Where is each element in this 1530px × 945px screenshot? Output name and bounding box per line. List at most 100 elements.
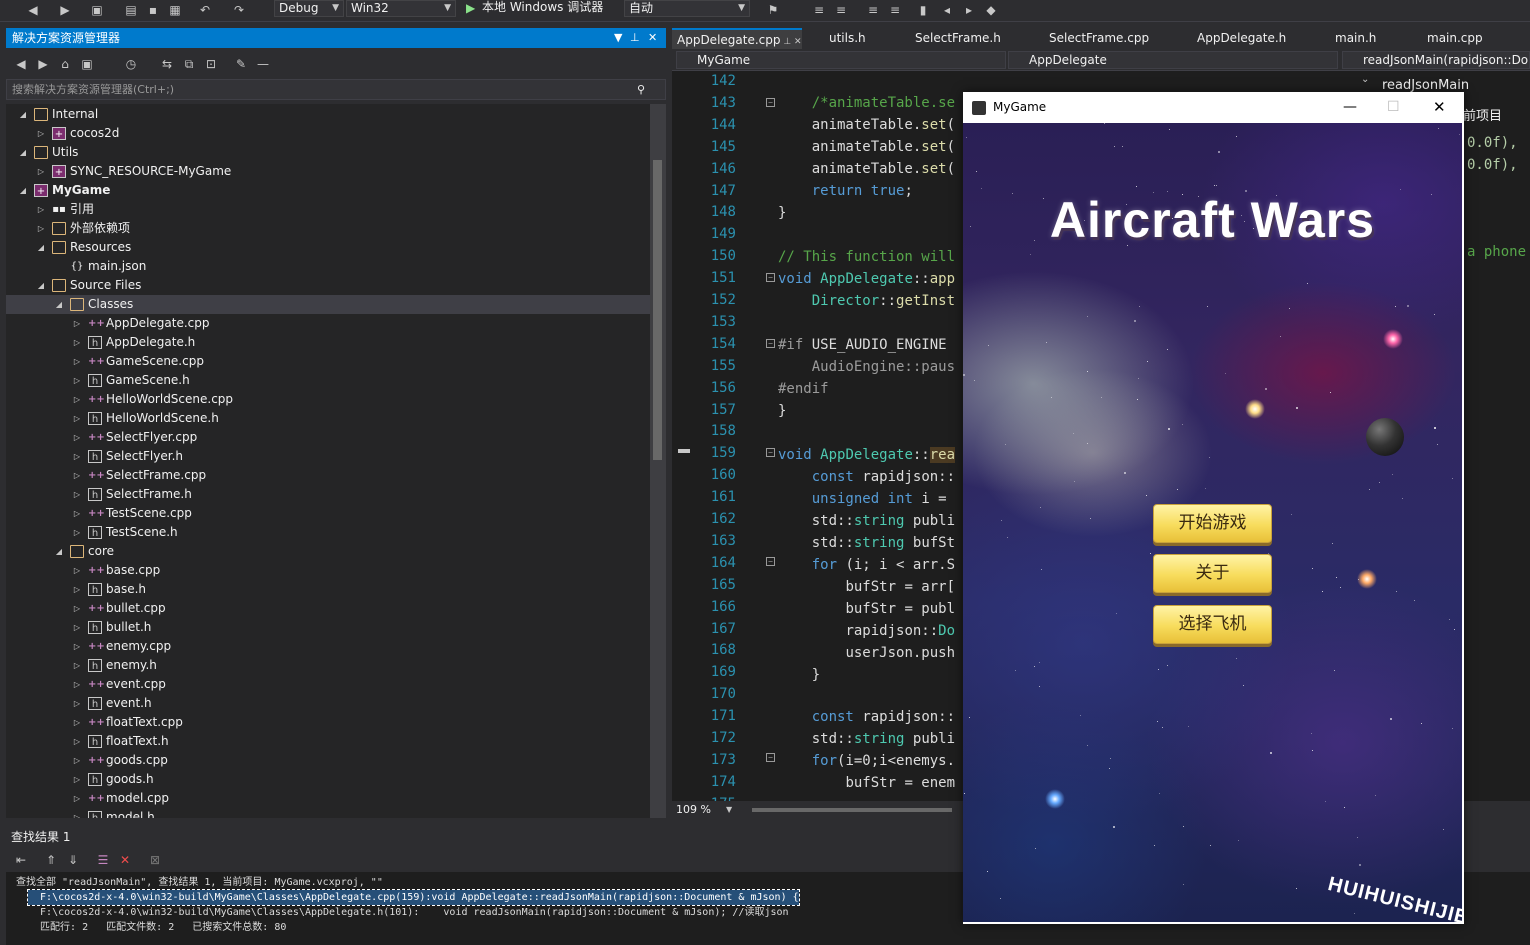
switch-views-icon[interactable]: ▣ <box>80 57 94 71</box>
undo-icon[interactable]: ↶ <box>198 3 212 17</box>
tree-node[interactable]: ◢ core <box>6 542 650 561</box>
editor-tab[interactable]: SelectFrame.h <box>910 28 1001 49</box>
expand-arrow-icon[interactable]: ▷ <box>72 333 82 352</box>
expand-arrow-icon[interactable]: ▷ <box>72 675 82 694</box>
game-canvas[interactable]: Aircraft Wars 开始游戏 关于 选择飞机 HUIHUISHIJIE <box>963 123 1462 922</box>
about-button[interactable]: 关于 <box>1153 554 1272 593</box>
tree-node[interactable]: ▷ ++ AppDelegate.cpp <box>6 314 650 333</box>
collapse-arrow-icon[interactable]: ◢ <box>18 181 28 200</box>
expand-arrow-icon[interactable]: ▷ <box>72 485 82 504</box>
editor-tab[interactable]: AppDelegate.h <box>1192 28 1286 49</box>
expand-arrow-icon[interactable]: ▷ <box>72 789 82 808</box>
tree-node[interactable]: ▷ + cocos2d <box>6 124 650 143</box>
tree-node[interactable]: ▷ + SYNC_RESOURCE-MyGame <box>6 162 650 181</box>
collapse-arrow-icon[interactable]: ◢ <box>18 143 28 162</box>
solution-search-input[interactable]: 搜索解决方案资源管理器(Ctrl+;) ⚲ <box>6 79 666 100</box>
scrollbar-thumb[interactable] <box>653 160 662 460</box>
pin-icon[interactable]: ⊥ ✕ <box>781 37 801 47</box>
tree-node[interactable]: ▷ ++ enemy.cpp <box>6 637 650 656</box>
cancel-icon[interactable]: ⊠ <box>148 853 162 867</box>
fold-toggle-icon[interactable]: − <box>766 557 775 566</box>
select-plane-button[interactable]: 选择飞机 <box>1153 605 1272 644</box>
tree-node[interactable]: ▷ ▪▪ 引用 <box>6 200 650 219</box>
save-all-icon[interactable]: ▦ <box>168 3 182 17</box>
next-bookmark-icon[interactable]: ▸ <box>962 3 976 17</box>
tree-node[interactable]: ▷ h TestScene.h <box>6 523 650 542</box>
expand-arrow-icon[interactable]: ▷ <box>72 694 82 713</box>
expand-arrow-icon[interactable]: ▷ <box>72 637 82 656</box>
properties-icon[interactable]: ✎ <box>234 57 248 71</box>
tree-node[interactable]: ▷ ++ TestScene.cpp <box>6 504 650 523</box>
tree-node[interactable]: ▷ ++ bullet.cpp <box>6 599 650 618</box>
preview-icon[interactable]: — <box>256 57 270 71</box>
show-all-files-icon[interactable]: ⊡ <box>204 57 218 71</box>
class-scope-dropdown[interactable]: AppDelegate <box>1008 51 1338 69</box>
home-icon[interactable]: ⌂ <box>58 57 72 71</box>
tree-node[interactable]: ▷ ++ base.cpp <box>6 561 650 580</box>
tree-node[interactable]: ▷ ++ model.cpp <box>6 789 650 808</box>
find-result-summary[interactable]: 查找全部 "readJsonMain", 查找结果 1, 当前项目: MyGam… <box>16 875 383 890</box>
expand-arrow-icon[interactable]: ▷ <box>36 124 46 143</box>
collapse-arrow-icon[interactable]: ◢ <box>54 295 64 314</box>
uncomment-icon[interactable]: ≡ <box>888 3 902 17</box>
dropdown-icon[interactable]: ▼ <box>614 28 622 48</box>
expand-arrow-icon[interactable]: ▷ <box>72 713 82 732</box>
go-to-location-icon[interactable]: ⇤ <box>14 853 28 867</box>
expand-arrow-icon[interactable]: ▷ <box>72 656 82 675</box>
fold-toggle-icon[interactable]: − <box>766 753 775 762</box>
fold-toggle-icon[interactable]: − <box>766 98 775 107</box>
expand-arrow-icon[interactable]: ▷ <box>72 808 82 818</box>
collapse-arrow-icon[interactable]: ◢ <box>54 542 64 561</box>
expand-arrow-icon[interactable]: ▷ <box>72 618 82 637</box>
back-icon[interactable]: ◀ <box>26 3 40 17</box>
zoom-level[interactable]: 109 % <box>676 803 711 816</box>
indent-icon[interactable]: ≡ <box>834 3 848 17</box>
tree-node[interactable]: ▷ h goods.h <box>6 770 650 789</box>
expand-arrow-icon[interactable]: ▷ <box>72 751 82 770</box>
tree-node[interactable]: ▷ h event.h <box>6 694 650 713</box>
tree-node[interactable]: ▷ 外部依赖项 <box>6 219 650 238</box>
expand-arrow-icon[interactable]: ▷ <box>72 314 82 333</box>
editor-tab[interactable]: main.h <box>1330 28 1376 49</box>
close-icon[interactable]: ✕ <box>648 28 657 48</box>
tree-node[interactable]: ▷ h enemy.h <box>6 656 650 675</box>
collapse-arrow-icon[interactable]: ◢ <box>18 105 28 124</box>
tree-node[interactable]: ▷ h bullet.h <box>6 618 650 637</box>
sync-icon[interactable]: ⇆ <box>160 57 174 71</box>
tree-node[interactable]: ▷ h SelectFlyer.h <box>6 447 650 466</box>
tree-node[interactable]: ▷ ++ SelectFlyer.cpp <box>6 428 650 447</box>
member-scope-dropdown[interactable]: readJsonMain(rapidjson::Do <box>1342 51 1530 69</box>
tree-node[interactable]: ◢ Internal <box>6 105 650 124</box>
expand-arrow-icon[interactable]: ▷ <box>72 428 82 447</box>
maximize-icon[interactable]: ☐ <box>1387 92 1400 123</box>
expand-arrow-icon[interactable]: ▷ <box>36 162 46 181</box>
next-result-icon[interactable]: ⇓ <box>66 853 80 867</box>
find-result-line[interactable]: F:\cocos2d-x-4.0\win32-build\MyGame\Clas… <box>27 889 800 906</box>
tree-node[interactable]: ▷ ++ SelectFrame.cpp <box>6 466 650 485</box>
find-result-line[interactable]: F:\cocos2d-x-4.0\win32-build\MyGame\Clas… <box>28 905 789 920</box>
save-icon[interactable]: ▪ <box>146 3 160 17</box>
game-window-titlebar[interactable]: MyGame — ☐ ✕ <box>963 92 1464 123</box>
stop-find-icon[interactable]: ✕ <box>118 853 132 867</box>
mode-dropdown[interactable]: 自动 ▼ <box>624 0 750 17</box>
tree-node[interactable]: ▷ ++ floatText.cpp <box>6 713 650 732</box>
tree-node[interactable]: ◢ + MyGame <box>6 181 650 200</box>
new-project-icon[interactable]: ▣ <box>90 3 104 17</box>
previous-result-icon[interactable]: ⇑ <box>44 853 58 867</box>
search-icon[interactable]: ⚲ <box>637 80 645 99</box>
peek-header[interactable]: readJsonMain <box>1382 78 1469 93</box>
comment-icon[interactable]: ≡ <box>866 3 880 17</box>
tree-node[interactable]: ▷ h AppDelegate.h <box>6 333 650 352</box>
expand-arrow-icon[interactable]: ▷ <box>72 580 82 599</box>
project-scope-dropdown[interactable]: MyGame <box>676 51 1006 69</box>
tree-node[interactable]: ▷ h SelectFrame.h <box>6 485 650 504</box>
pending-changes-icon[interactable]: ◷ <box>124 57 138 71</box>
minimize-icon[interactable]: — <box>1343 92 1357 123</box>
redo-icon[interactable]: ↷ <box>232 3 246 17</box>
expand-arrow-icon[interactable]: ▷ <box>72 770 82 789</box>
close-icon[interactable]: ✕ <box>1433 92 1446 123</box>
tree-node[interactable]: ▷ ++ event.cpp <box>6 675 650 694</box>
bookmark-icon[interactable]: ▮ <box>916 3 930 17</box>
collapse-arrow-icon[interactable]: ◢ <box>36 276 46 295</box>
tree-node[interactable]: ▷ h floatText.h <box>6 732 650 751</box>
